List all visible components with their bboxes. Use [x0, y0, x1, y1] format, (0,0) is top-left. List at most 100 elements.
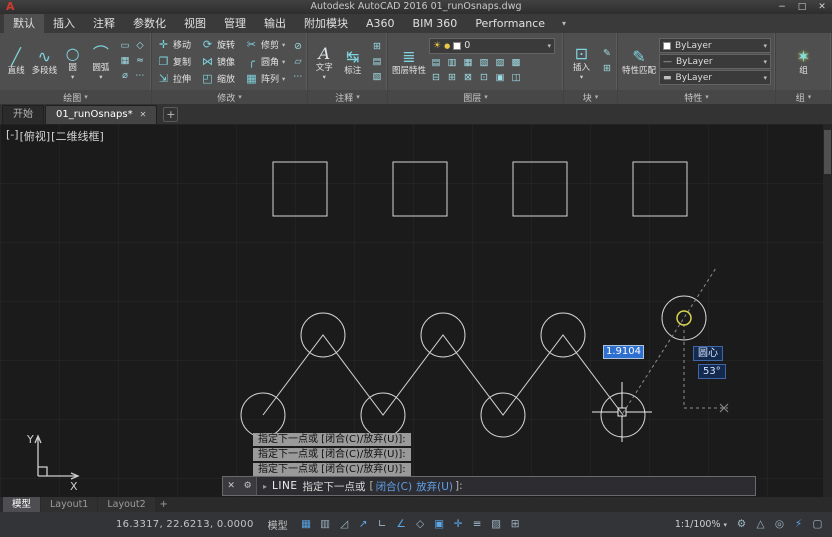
layers-panel-footer[interactable]: 图层 ▾ [388, 90, 563, 104]
layer-tool-icon-9[interactable]: ⊡ [477, 71, 491, 85]
annotate-extra-icon-0[interactable]: ⊞ [370, 40, 384, 54]
draw-extra-icon-4[interactable]: ⌀ [118, 69, 132, 83]
layer-tool-icon-8[interactable]: ⊠ [461, 71, 475, 85]
draw-panel-footer[interactable]: 绘图 ▾ [0, 90, 151, 104]
osnap-icon[interactable]: ▣ [431, 516, 448, 533]
layer-tool-icon-4[interactable]: ▨ [493, 56, 507, 70]
layout-tab-2[interactable]: Layout2 [98, 497, 154, 512]
dynamic-input-icon[interactable]: ↗ [355, 516, 372, 533]
infer-constraints-icon[interactable]: ◿ [336, 516, 353, 533]
drawing-canvas[interactable]: [-] [俯视] [二维线框] YX 指定下一点或 [闭合(C)/放弃(U)]:… [0, 124, 832, 497]
workspace-gear-icon[interactable]: ⚙ [733, 516, 750, 533]
selection-cycling-icon[interactable]: ⊞ [507, 516, 524, 533]
modify-extra-icon-1[interactable]: ▱ [291, 55, 305, 69]
otrack-icon[interactable]: ✛ [450, 516, 467, 533]
block-extra-icon-0[interactable]: ✎ [600, 47, 614, 61]
linetype-dropdown[interactable]: — ByLayer ▾ [659, 54, 771, 69]
ribbon-tab-7[interactable]: 附加模块 [295, 14, 357, 33]
viewport-menu[interactable]: [-] [6, 128, 19, 144]
mirror-tool-button[interactable]: ⋈镜像 [199, 53, 243, 70]
ribbon-tab-8[interactable]: A360 [357, 14, 404, 33]
modify-extra-icon-2[interactable]: ⋯ [291, 70, 305, 84]
fillet-tool-button[interactable]: ╭圆角▾ [243, 53, 287, 70]
layer-tool-icon-7[interactable]: ⊞ [445, 71, 459, 85]
option-undo-link[interactable]: 放弃(U) [416, 479, 453, 494]
view-menu[interactable]: [俯视] [20, 128, 51, 144]
ribbon-tab-1[interactable]: 插入 [44, 14, 84, 33]
close-icon[interactable]: ✕ [140, 106, 147, 124]
modify-panel-footer[interactable]: 修改 ▾ [152, 90, 307, 104]
isodraft-icon[interactable]: ◇ [412, 516, 429, 533]
layer-properties-button[interactable]: ≣ 图层特性 [391, 47, 427, 76]
isolate-objects-icon[interactable]: ◎ [771, 516, 788, 533]
grid-icon[interactable]: ▦ [298, 516, 315, 533]
layer-tool-icon-5[interactable]: ▩ [509, 56, 523, 70]
square-shape[interactable] [393, 162, 447, 216]
ribbon-tab-10[interactable]: Performance [466, 14, 554, 33]
array-tool-button[interactable]: ▦阵列▾ [243, 70, 287, 87]
dynamic-input-distance[interactable]: 1.9104 [603, 345, 644, 359]
scale-tool-button[interactable]: ◰缩放 [199, 70, 243, 87]
lineweight-icon[interactable]: ≡ [469, 516, 486, 533]
clean-screen-icon[interactable]: ▢ [809, 516, 826, 533]
circle-shape[interactable] [662, 296, 706, 340]
copy-tool-button[interactable]: ❐复制 [155, 53, 199, 70]
recent-commands-icon[interactable]: ▸ [263, 482, 267, 491]
minimize-button[interactable]: − [772, 0, 792, 14]
crosshair-cursor[interactable] [592, 382, 652, 442]
text-tool-button[interactable]: A 文字 ▾ [311, 44, 338, 80]
properties-panel-footer[interactable]: 特性 ▾ [618, 90, 775, 104]
file-tab-start[interactable]: 开始 [2, 105, 44, 124]
polyline-tool-button[interactable]: ∿ 多段线 [31, 47, 57, 76]
new-layout-button[interactable]: + [157, 497, 171, 512]
draw-extra-icon-3[interactable]: ≈ [133, 54, 147, 68]
draw-extra-icon-5[interactable]: ⋯ [133, 69, 147, 83]
circle-tool-button[interactable]: ○ 圆 ▾ [60, 44, 86, 80]
snap-mode-icon[interactable]: ▥ [317, 516, 334, 533]
scrollbar-thumb[interactable] [824, 130, 831, 174]
polar-tracking-icon[interactable]: ∠ [393, 516, 410, 533]
move-tool-button[interactable]: ✛移动 [155, 36, 199, 53]
command-line-customize-icon[interactable]: ⚙ [244, 481, 252, 491]
vertical-scrollbar[interactable] [823, 124, 832, 497]
layer-tool-icon-0[interactable]: ▤ [429, 56, 443, 70]
layer-tool-icon-11[interactable]: ◫ [509, 71, 523, 85]
square-shape[interactable] [633, 162, 687, 216]
layer-tool-icon-3[interactable]: ▧ [477, 56, 491, 70]
layout-tab-0[interactable]: 模型 [3, 497, 40, 512]
arc-tool-button[interactable]: ⌒ 圆弧 ▾ [88, 44, 114, 80]
block-panel-footer[interactable]: 块 ▾ [564, 90, 617, 104]
file-tab-document[interactable]: 01_runOsnaps* ✕ [45, 105, 157, 124]
ribbon-tab-4[interactable]: 视图 [175, 14, 215, 33]
group-tool-button[interactable]: ✶ 组 [789, 47, 818, 76]
insert-block-button[interactable]: ⊡ 插入 ▾ [567, 44, 596, 80]
ribbon-tab-6[interactable]: 输出 [255, 14, 295, 33]
layer-tool-icon-10[interactable]: ▣ [493, 71, 507, 85]
close-button[interactable]: ✕ [812, 0, 832, 14]
annotate-extra-icon-1[interactable]: ▤ [370, 55, 384, 69]
new-tab-button[interactable]: + [163, 107, 178, 122]
command-line-close-icon[interactable]: ✕ [227, 481, 235, 491]
block-extra-icon-1[interactable]: ⊞ [600, 62, 614, 76]
square-shape[interactable] [273, 162, 327, 216]
layer-tool-icon-1[interactable]: ▥ [445, 56, 459, 70]
ribbon-tab-9[interactable]: BIM 360 [404, 14, 467, 33]
transparency-icon[interactable]: ▨ [488, 516, 505, 533]
line-tool-button[interactable]: ╱ 直线 [3, 47, 29, 76]
layer-tool-icon-2[interactable]: ▦ [461, 56, 475, 70]
visual-style-menu[interactable]: [二维线框] [51, 128, 104, 144]
ribbon-tab-2[interactable]: 注释 [84, 14, 124, 33]
groups-panel-footer[interactable]: 组 ▾ [776, 90, 831, 104]
annotate-panel-footer[interactable]: 注释 ▾ [308, 90, 387, 104]
annotation-monitor-icon[interactable]: △ [752, 516, 769, 533]
command-line[interactable]: ✕ ⚙ ▸ LINE 指定下一点或 [ 闭合(C) 放弃(U) ]: [222, 476, 756, 496]
ortho-icon[interactable]: ∟ [374, 516, 391, 533]
dimension-tool-button[interactable]: ↹ 标注 [340, 47, 367, 76]
ribbon-tab-0[interactable]: 默认 [4, 14, 44, 33]
maximize-button[interactable]: □ [792, 0, 812, 14]
zigzag-polyline[interactable] [263, 335, 623, 415]
option-close-link[interactable]: 闭合(C) [376, 479, 413, 494]
annotate-extra-icon-2[interactable]: ▧ [370, 70, 384, 84]
square-shape[interactable] [513, 162, 567, 216]
draw-extra-icon-0[interactable]: ▭ [118, 39, 132, 53]
